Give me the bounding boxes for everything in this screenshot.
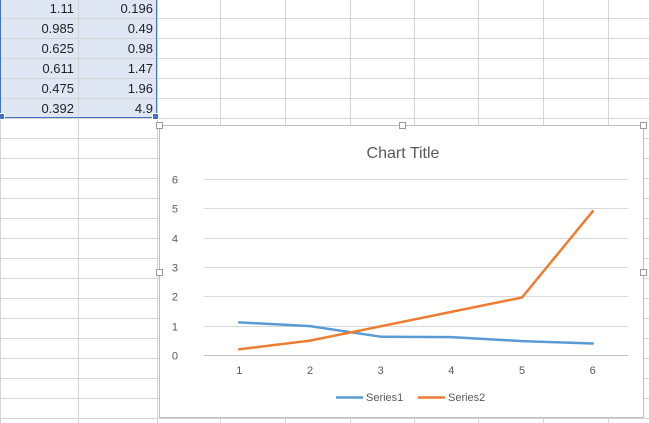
chart-resize-handle-top-left[interactable]	[156, 122, 163, 129]
series-2-point	[308, 339, 312, 342]
cell-col-b[interactable]: 1.47	[79, 59, 157, 78]
cell-col-a[interactable]: 0.611	[1, 59, 78, 78]
x-tick-label: 4	[448, 365, 454, 377]
chart-axis-labels: 0 1 2 3 4 5 6 1 2 3 4 5 6	[172, 175, 596, 378]
x-tick-label: 2	[307, 365, 313, 377]
series-1-point	[308, 324, 312, 328]
cell-col-b[interactable]: 0.49	[79, 19, 157, 38]
series-line-2[interactable]	[238, 210, 594, 351]
cell-col-b[interactable]: 0.98	[79, 39, 157, 58]
series-line-1[interactable]	[238, 321, 594, 345]
y-tick-label: 3	[172, 263, 178, 275]
chart-legend[interactable]: Series1 Series2	[336, 392, 485, 404]
series-1-point	[379, 335, 382, 338]
chart-resize-handle-top[interactable]	[399, 122, 406, 129]
series-2-point	[520, 296, 524, 299]
y-tick-label: 1	[172, 322, 178, 334]
series-1-point	[450, 335, 453, 339]
x-tick-label: 3	[378, 365, 384, 377]
cell-col-b[interactable]: 0.196	[79, 0, 157, 18]
series-1-point	[238, 321, 241, 324]
x-tick-label: 1	[236, 365, 242, 377]
cell-col-a[interactable]: 0.475	[1, 79, 78, 98]
series-2-point	[238, 348, 241, 351]
cell-col-a[interactable]: 0.625	[1, 39, 78, 58]
legend-label-series-2: Series2	[448, 392, 485, 404]
line-chart: 0 1 2 3 4 5 6 1 2 3 4 5 6 Chart Title Series1 Series2	[172, 145, 628, 404]
y-tick-label: 6	[172, 175, 178, 187]
cell-col-a[interactable]: 0.392	[1, 99, 78, 118]
y-tick-label: 4	[172, 234, 178, 246]
x-tick-label: 5	[519, 365, 525, 377]
series-2-point	[450, 310, 453, 314]
cell-col-a[interactable]: 0.985	[1, 19, 78, 38]
chart-resize-handle-right[interactable]	[640, 269, 647, 276]
series-2-point	[379, 325, 382, 328]
cell-col-a[interactable]: 1.11	[1, 0, 78, 18]
chart-object[interactable]: 0 1 2 3 4 5 6 1 2 3 4 5 6 Chart Title Series1 Series2	[156, 122, 647, 418]
series-1-point	[591, 342, 594, 345]
chart-series-lines	[238, 210, 594, 351]
legend-label-series-1: Series1	[366, 392, 403, 404]
x-tick-label: 6	[590, 365, 596, 377]
cell-col-b[interactable]: 4.9	[79, 99, 157, 118]
chart-gridlines	[204, 179, 628, 356]
chart-resize-handle-left[interactable]	[156, 269, 163, 276]
y-tick-label: 2	[172, 292, 178, 304]
spreadsheet-grid[interactable]: 1.11 0.196 0.985 0.49 0.625 0.98 0.611 1.47 0.47…	[0, 0, 649, 423]
cell-col-b[interactable]: 1.96	[79, 79, 157, 98]
y-tick-label: 5	[172, 204, 178, 216]
series-1-point	[520, 339, 524, 343]
chart-resize-handle-top-right[interactable]	[640, 122, 647, 129]
y-tick-label: 0	[172, 351, 178, 363]
chart-title[interactable]: Chart Title	[367, 145, 440, 162]
series-2-point	[591, 210, 594, 213]
